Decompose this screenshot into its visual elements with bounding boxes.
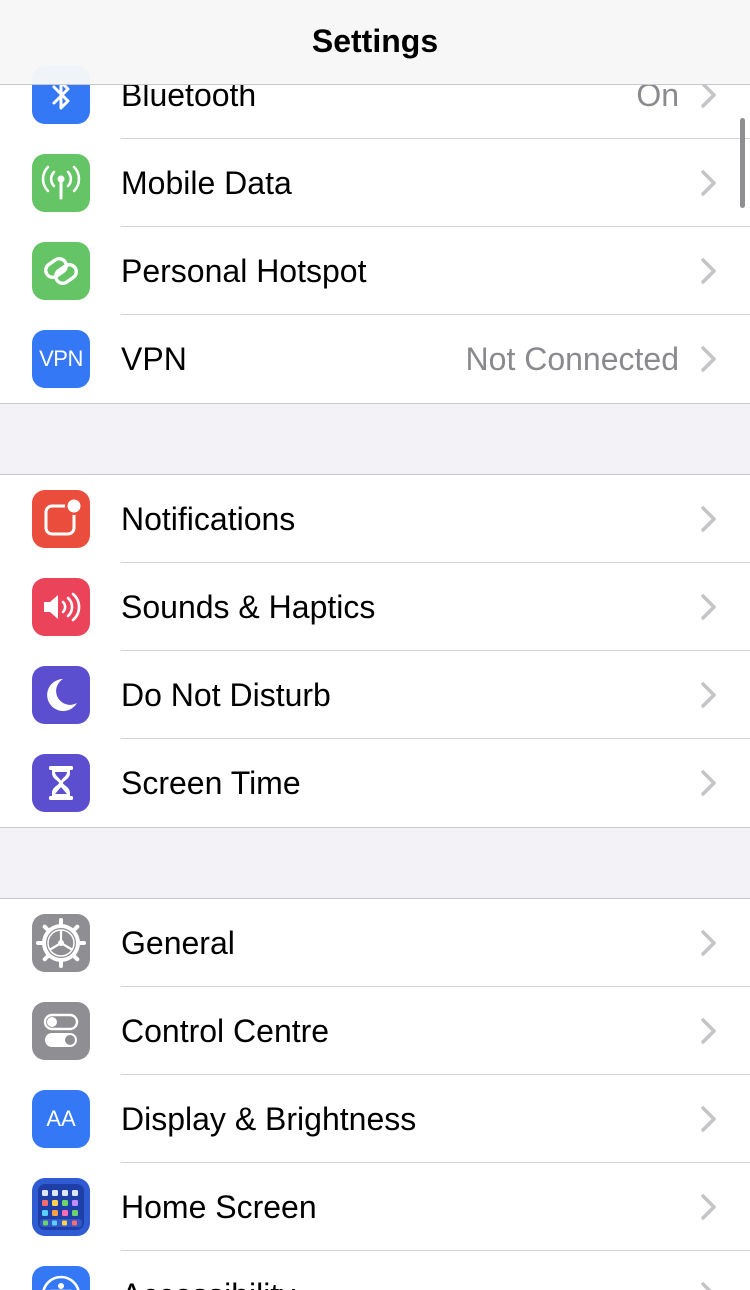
moon-icon [32,666,90,724]
settings-content: Bluetooth On Mobile Data Personal Hotspo… [0,50,750,1290]
group-spacer [0,404,750,474]
settings-row-label: Sounds & Haptics [121,589,376,625]
chevron-right-icon [701,1194,716,1220]
settings-row-label: Accessibility [121,1251,295,1290]
settings-row-label: Screen Time [121,765,301,801]
settings-row-display-brightness[interactable]: AA Display & Brightness [0,1075,750,1163]
hotspot-icon [32,242,90,300]
text-size-icon: AA [32,1090,90,1148]
settings-row-accessibility[interactable]: Accessibility [0,1251,750,1290]
page-title: Settings [311,23,439,59]
toggles-icon [32,1002,90,1060]
settings-row-label: Personal Hotspot [121,253,367,289]
chevron-right-icon [701,506,716,532]
settings-row-control-centre[interactable]: Control Centre [0,987,750,1075]
text-size-icon-text: AA [46,1106,76,1131]
notifications-icon [32,490,90,548]
group-spacer [0,828,750,898]
notifications-group: Notifications Sounds & Haptics Do Not Di… [0,474,750,828]
settings-row-sounds-haptics[interactable]: Sounds & Haptics [0,563,750,651]
chevron-right-icon [701,930,716,956]
settings-row-notifications[interactable]: Notifications [0,475,750,563]
gear-icon [32,914,90,972]
general-group: General Control Centre AA Display & Brig… [0,898,750,1290]
vpn-icon: VPN [32,330,90,388]
accessibility-icon [32,1266,90,1290]
settings-row-screen-time[interactable]: Screen Time [0,739,750,827]
settings-row-vpn[interactable]: VPN VPN Not Connected [0,315,750,403]
chevron-right-icon [701,258,716,284]
settings-row-general[interactable]: General [0,899,750,987]
antenna-icon [32,154,90,212]
chevron-right-icon [701,594,716,620]
settings-row-do-not-disturb[interactable]: Do Not Disturb [0,651,750,739]
settings-list-scroll[interactable]: Bluetooth On Mobile Data Personal Hotspo… [0,0,750,1290]
settings-row-label: General [121,925,235,961]
settings-row-personal-hotspot[interactable]: Personal Hotspot [0,227,750,315]
chevron-right-icon [701,682,716,708]
settings-row-home-screen[interactable]: Home Screen [0,1163,750,1251]
chevron-right-icon [701,770,716,796]
chevron-right-icon [701,1018,716,1044]
settings-row-label: VPN [121,341,187,377]
connectivity-group: Bluetooth On Mobile Data Personal Hotspo… [0,50,750,404]
scroll-indicator[interactable] [740,118,745,208]
speaker-icon [32,578,90,636]
settings-row-label: Notifications [121,501,296,537]
chevron-right-icon [701,82,716,108]
hourglass-icon [32,754,90,812]
settings-row-label: Home Screen [121,1189,317,1225]
vpn-icon-text: VPN [39,346,83,371]
navigation-bar: Settings [0,0,750,85]
settings-row-mobile-data[interactable]: Mobile Data [0,139,750,227]
chevron-right-icon [701,346,716,372]
chevron-right-icon [701,1282,712,1290]
chevron-right-icon [701,1106,716,1132]
settings-row-label: Mobile Data [121,165,292,201]
home-grid-icon [32,1178,90,1236]
settings-row-label: Do Not Disturb [121,677,331,713]
settings-row-label: Display & Brightness [121,1101,417,1137]
settings-row-value: Not Connected [465,341,679,377]
settings-row-label: Control Centre [121,1013,330,1049]
chevron-right-icon [701,170,716,196]
